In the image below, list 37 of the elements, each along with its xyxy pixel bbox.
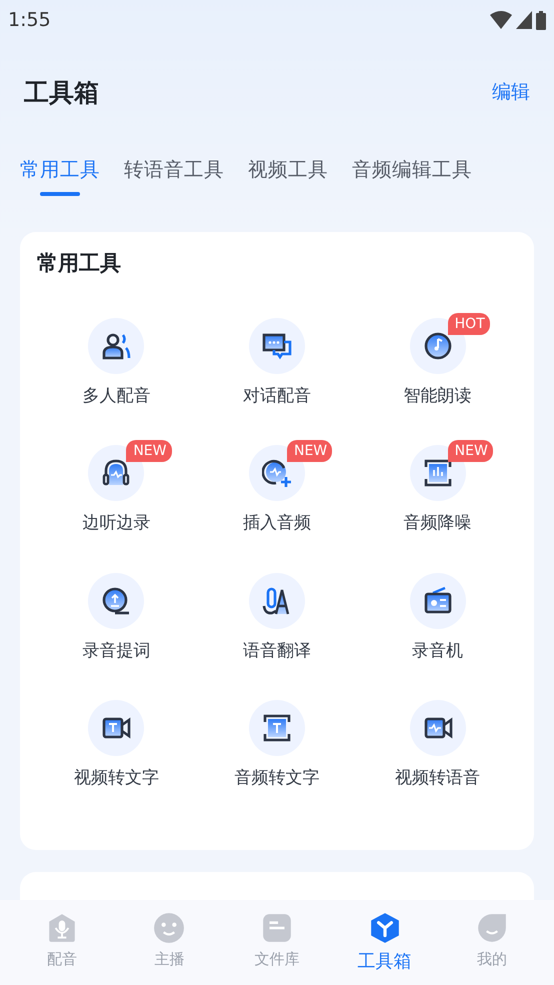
profile-icon[interactable] [476, 912, 508, 944]
audio-add-icon [262, 458, 292, 488]
translate-icon [262, 586, 292, 616]
tool-button[interactable]: 录音提词 [36, 572, 197, 664]
audio-text-icon [262, 713, 292, 744]
status-time: 1:55 [8, 8, 51, 33]
battery-icon [536, 10, 546, 30]
tab[interactable]: 转语音工具 [112, 151, 236, 198]
wifi-icon [490, 11, 512, 29]
chat-icon [262, 330, 292, 361]
signal-icon [516, 11, 532, 29]
tool-button[interactable]: 录音机 [357, 572, 518, 664]
tab[interactable]: 音频编辑工具 [340, 151, 484, 198]
music-disc-icon [422, 330, 453, 361]
people-icon [101, 330, 132, 361]
tool-button[interactable]: 语音翻译 [196, 572, 358, 664]
upload-record-icon [101, 586, 132, 616]
smiley-icon[interactable] [153, 912, 186, 944]
tag-label: NEW [286, 440, 332, 462]
tag-label: HOT [448, 312, 490, 335]
tool-button[interactable]: 视频转文字 [36, 700, 197, 792]
tool-button[interactable]: 视频转语音 [357, 700, 518, 792]
radio-icon [422, 586, 453, 616]
noise-reduction-icon [422, 458, 453, 488]
section-title: 常用工具 [37, 250, 122, 278]
toolbox-icon[interactable] [368, 912, 401, 944]
folder-icon[interactable] [260, 912, 293, 944]
tab[interactable]: 视频工具 [236, 151, 340, 198]
tab[interactable]: 常用工具 [8, 151, 112, 198]
tool-button[interactable]: 对话配音 [196, 318, 358, 410]
page-title: 工具箱 [24, 76, 99, 109]
tool-button[interactable]: 音频转文字 [196, 700, 358, 792]
edit-button[interactable]: 编辑 [492, 78, 530, 107]
tool-button[interactable]: 多人配音 [36, 318, 197, 410]
nav-label[interactable]: 工具箱 [358, 948, 412, 975]
tag-label: NEW [448, 440, 493, 462]
tag-label: NEW [126, 440, 172, 462]
